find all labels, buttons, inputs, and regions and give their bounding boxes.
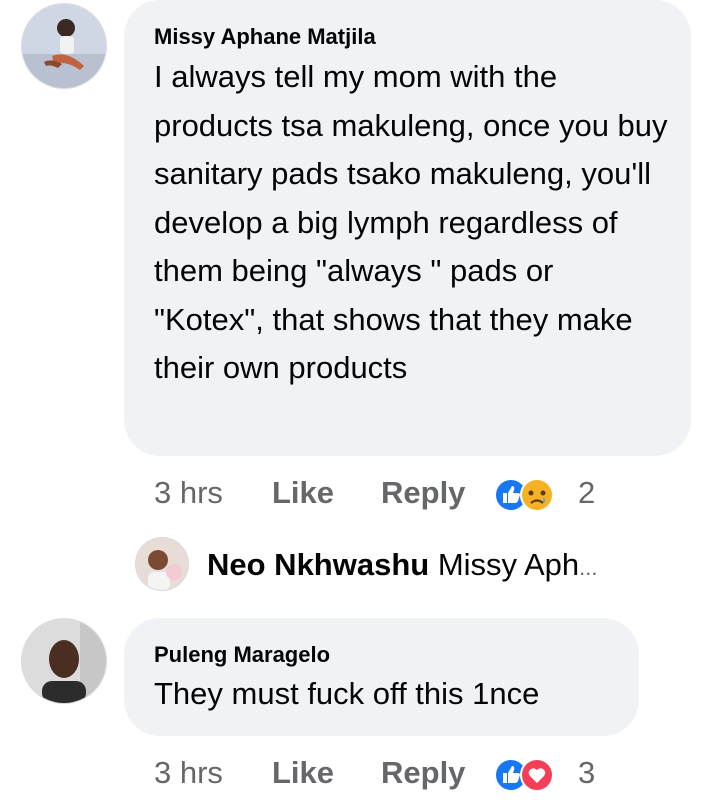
reply-button[interactable]: Reply [381,755,465,791]
avatar[interactable] [21,3,107,89]
profile-photo-icon [22,4,106,88]
comment-text: I always tell my mom with the products t… [154,59,668,385]
profile-photo-icon [22,619,106,703]
reactions-summary[interactable] [494,758,558,796]
reactions-summary[interactable] [494,478,558,516]
avatar[interactable] [135,537,189,591]
like-button[interactable]: Like [272,755,334,791]
reply-preview[interactable]: Neo Nkhwashu Missy Aph... [207,547,597,583]
profile-photo-icon [136,538,188,590]
avatar[interactable] [21,618,107,704]
sad-icon [520,478,554,512]
like-button[interactable]: Like [272,475,334,511]
love-icon [520,758,554,792]
comment-author[interactable]: Missy Aphane Matjila [154,24,376,50]
reply-ellipsis: ... [579,555,598,580]
reply-button[interactable]: Reply [381,475,465,511]
reaction-count[interactable]: 3 [578,755,595,791]
reply-snippet: Missy Aph [437,547,580,582]
comment-timestamp[interactable]: 3 hrs [154,475,223,511]
comment-timestamp[interactable]: 3 hrs [154,755,223,791]
comment-text: They must fuck off this 1nce [154,676,540,711]
reply-author: Neo Nkhwashu [207,547,430,582]
reaction-count[interactable]: 2 [578,475,595,511]
comment-author[interactable]: Puleng Maragelo [154,642,330,668]
